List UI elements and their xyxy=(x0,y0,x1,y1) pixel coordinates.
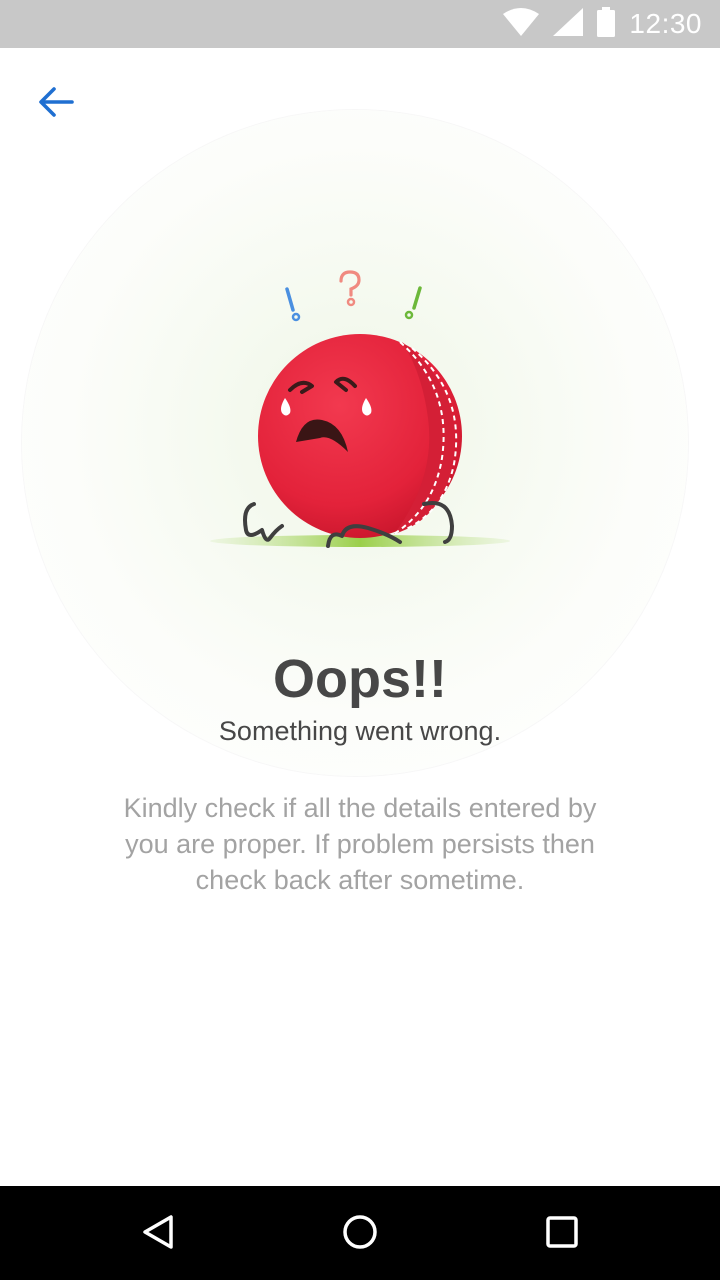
error-screen: Oops!! Something went wrong. Kindly chec… xyxy=(0,48,720,1186)
arrow-back-icon xyxy=(38,86,74,123)
nav-home-icon xyxy=(340,1212,380,1257)
error-subtitle: Something went wrong. xyxy=(218,716,502,746)
error-title: Oops!! xyxy=(273,649,447,709)
nav-back-icon xyxy=(139,1212,179,1257)
cellular-signal-icon xyxy=(553,7,584,41)
sad-cricket-ball-illustration xyxy=(190,268,530,568)
sad-cricket-ball-icon xyxy=(210,270,510,548)
battery-icon xyxy=(597,6,616,42)
exclamation-blue-icon xyxy=(285,287,301,322)
status-time: 12:30 xyxy=(629,8,702,39)
status-bar: 12:30 xyxy=(0,0,720,48)
system-nav-bar xyxy=(0,1186,720,1280)
nav-back-button[interactable] xyxy=(131,1206,187,1262)
error-message: Kindly check if all the details entered … xyxy=(123,793,597,895)
exclamation-green-icon xyxy=(404,286,422,320)
wifi-icon xyxy=(503,7,540,41)
question-mark-icon xyxy=(339,270,361,307)
nav-recents-icon xyxy=(542,1212,582,1257)
back-button[interactable] xyxy=(30,82,82,126)
nav-recents-button[interactable] xyxy=(534,1206,590,1262)
status-icons: 12:30 xyxy=(503,6,702,42)
nav-home-button[interactable] xyxy=(332,1206,388,1262)
